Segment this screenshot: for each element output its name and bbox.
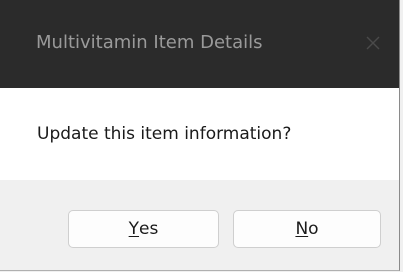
confirm-dialog: Multivitamin Item Details Update this it… <box>0 0 400 271</box>
yes-button[interactable]: Yes <box>68 210 219 248</box>
dialog-footer: Yes No <box>0 180 399 270</box>
close-button[interactable] <box>355 26 391 60</box>
title-bar: Multivitamin Item Details <box>0 0 399 88</box>
no-button[interactable]: No <box>233 210 381 248</box>
dialog-message: Update this item information? <box>37 124 292 144</box>
no-label-rest: o <box>308 219 319 239</box>
window-title: Multivitamin Item Details <box>36 32 263 53</box>
yes-label-rest: es <box>139 219 159 239</box>
close-icon <box>366 36 380 50</box>
yes-mnemonic: Y <box>128 219 140 239</box>
dialog-body: Update this item information? <box>0 88 399 180</box>
no-mnemonic: N <box>295 219 309 239</box>
